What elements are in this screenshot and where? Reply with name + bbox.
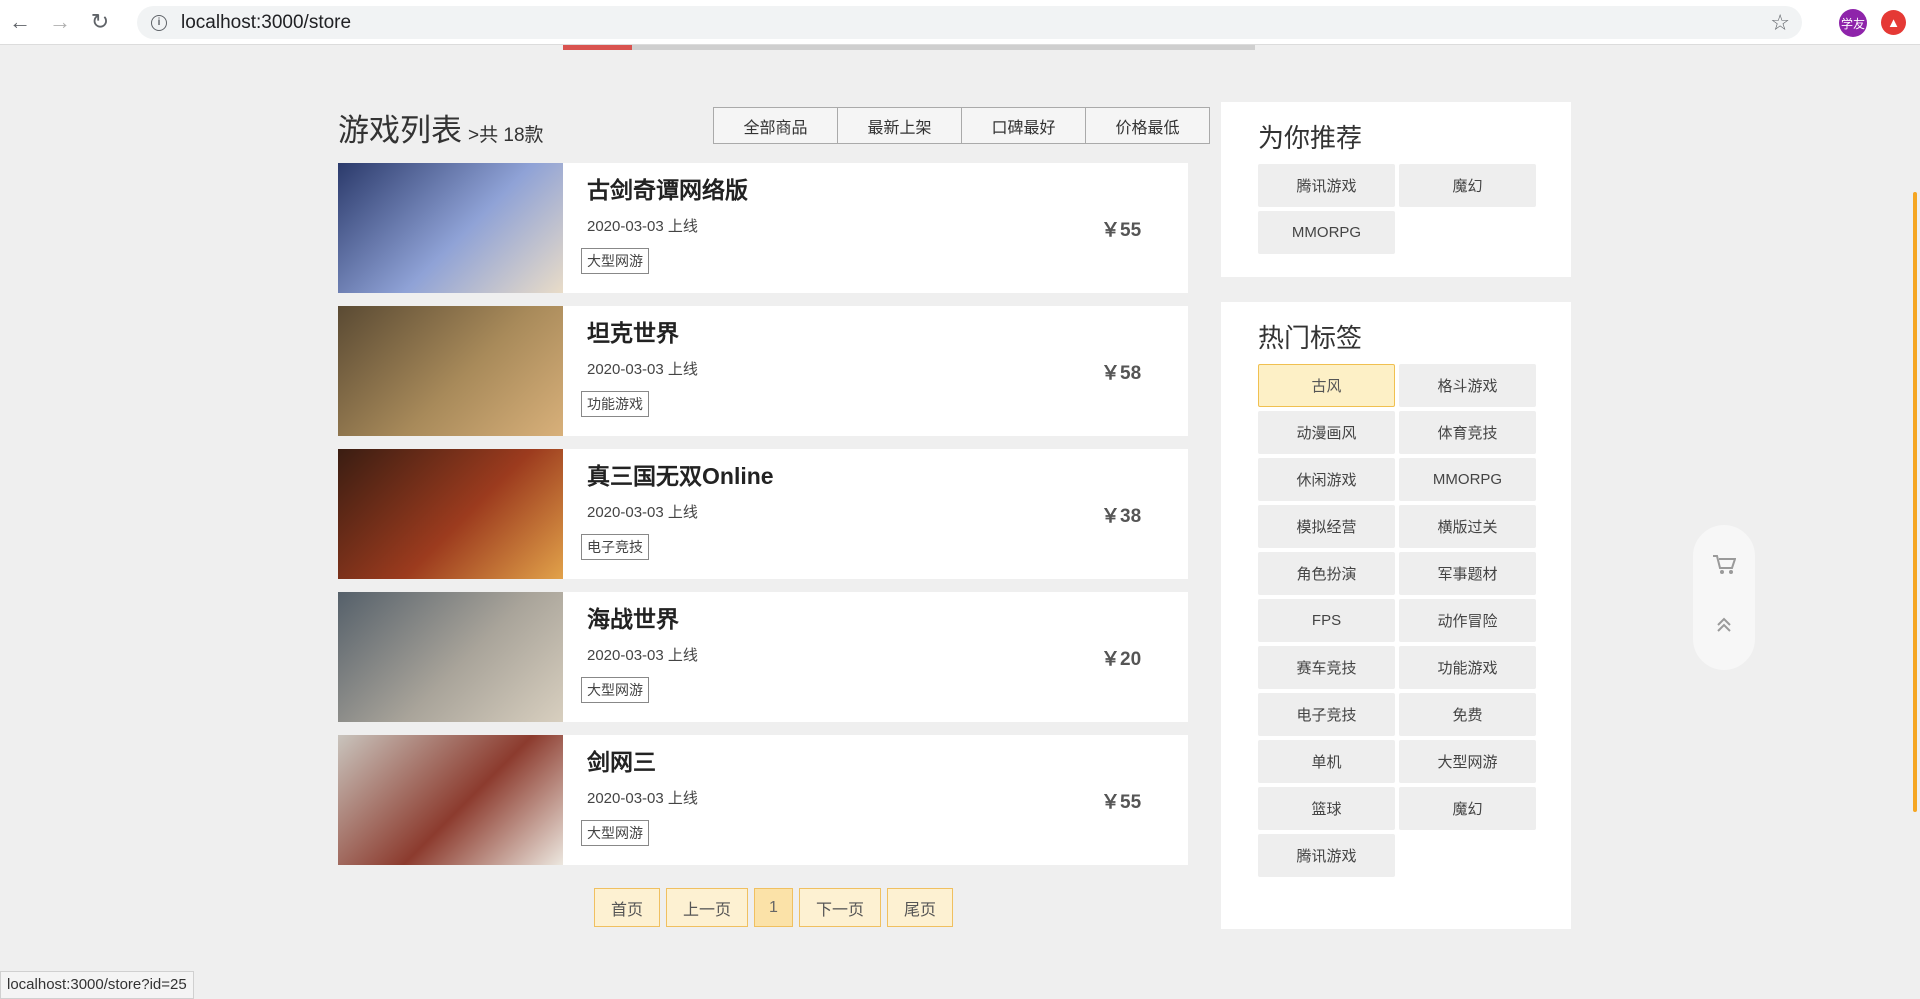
- recommend-tag[interactable]: 魔幻: [1399, 164, 1536, 207]
- profile-avatar[interactable]: 学友: [1839, 9, 1867, 37]
- next-page-button[interactable]: 下一页: [798, 888, 881, 927]
- extension-icon[interactable]: ▲: [1881, 10, 1906, 35]
- game-thumbnail[interactable]: [338, 163, 563, 293]
- address-bar[interactable]: i localhost:3000/store ☆: [137, 6, 1802, 39]
- game-thumbnail[interactable]: [338, 449, 563, 579]
- hot-tag[interactable]: 古风: [1258, 364, 1395, 407]
- game-release-date: 2020-03-03 上线: [587, 361, 698, 378]
- hot-tag[interactable]: 免费: [1399, 693, 1536, 736]
- floating-toolbar: [1693, 525, 1755, 670]
- game-name[interactable]: 古剑奇谭网络版: [587, 171, 748, 205]
- game-tag[interactable]: 功能游戏: [581, 391, 649, 417]
- hot-tag[interactable]: 腾讯游戏: [1258, 834, 1395, 877]
- forward-arrow-icon[interactable]: →: [40, 0, 80, 45]
- hot-tag[interactable]: 动作冒险: [1399, 599, 1536, 642]
- game-name[interactable]: 真三国无双Online: [587, 457, 774, 491]
- page-title: 游戏列表: [338, 113, 462, 148]
- top-progress-fill: [563, 45, 633, 50]
- hot-tag[interactable]: 体育竞技: [1399, 411, 1536, 454]
- hot-tag[interactable]: 动漫画风: [1258, 411, 1395, 454]
- hot-tag[interactable]: 格斗游戏: [1399, 364, 1536, 407]
- game-card[interactable]: 古剑奇谭网络版 2020-03-03 上线 大型网游 ￥55: [338, 163, 1188, 293]
- game-name[interactable]: 海战世界: [587, 600, 698, 634]
- cart-icon[interactable]: [1712, 554, 1737, 582]
- status-bar-url: localhost:3000/store?id=25: [0, 971, 194, 999]
- game-release-date: 2020-03-03 上线: [587, 504, 698, 521]
- game-thumbnail[interactable]: [338, 592, 563, 722]
- game-release-date: 2020-03-03 上线: [587, 790, 698, 807]
- game-release-date: 2020-03-03 上线: [587, 218, 698, 235]
- store-page: 游戏列表 >共 18款 全部商品 最新上架 口碑最好 价格最低 古剑奇谭网络版 …: [0, 45, 1920, 999]
- hot-tags-title: 热门标签: [1258, 323, 1363, 353]
- hot-tag[interactable]: 篮球: [1258, 787, 1395, 830]
- hot-tag[interactable]: 大型网游: [1399, 740, 1536, 783]
- game-card[interactable]: 海战世界 2020-03-03 上线 大型网游 ￥20: [338, 592, 1188, 722]
- sort-tabs: 全部商品 最新上架 口碑最好 价格最低: [713, 107, 1210, 144]
- star-icon[interactable]: ☆: [1770, 10, 1790, 36]
- hot-tag[interactable]: FPS: [1258, 599, 1395, 642]
- tab-lowest-price[interactable]: 价格最低: [1085, 107, 1210, 144]
- game-price: ￥55: [1101, 220, 1142, 241]
- hot-tag[interactable]: 休闲游戏: [1258, 458, 1395, 501]
- game-price: ￥20: [1101, 649, 1142, 670]
- back-arrow-icon[interactable]: ←: [0, 0, 40, 45]
- game-tag[interactable]: 大型网游: [581, 820, 649, 846]
- game-tag[interactable]: 大型网游: [581, 677, 649, 703]
- prev-page-button[interactable]: 上一页: [666, 888, 749, 927]
- hot-tag[interactable]: 魔幻: [1399, 787, 1536, 830]
- hot-tag[interactable]: 功能游戏: [1399, 646, 1536, 689]
- game-card[interactable]: 真三国无双Online 2020-03-03 上线 电子竞技 ￥38: [338, 449, 1188, 579]
- game-count: >共 18款: [468, 125, 544, 146]
- game-card[interactable]: 坦克世界 2020-03-03 上线 功能游戏 ￥58: [338, 306, 1188, 436]
- hot-tag[interactable]: 军事题材: [1399, 552, 1536, 595]
- recommend-panel: 为你推荐 腾讯游戏 魔幻 MMORPG: [1221, 102, 1571, 277]
- game-price: ￥55: [1101, 792, 1142, 813]
- game-name[interactable]: 剑网三: [587, 743, 698, 777]
- scrollbar[interactable]: [1913, 192, 1917, 812]
- tab-newest[interactable]: 最新上架: [837, 107, 962, 144]
- info-icon[interactable]: i: [151, 14, 167, 31]
- hot-tag[interactable]: 单机: [1258, 740, 1395, 783]
- tab-all[interactable]: 全部商品: [713, 107, 838, 144]
- browser-toolbar: ← → ↻ i localhost:3000/store ☆ 学友 ▲: [0, 0, 1920, 45]
- hot-tags-panel: 热门标签 古风 格斗游戏 动漫画风 体育竞技 休闲游戏 MMORPG 模拟经营 …: [1221, 302, 1571, 929]
- game-thumbnail[interactable]: [338, 306, 563, 436]
- reload-icon[interactable]: ↻: [80, 0, 120, 45]
- top-progress-track: [563, 45, 1255, 50]
- hot-tag[interactable]: 模拟经营: [1258, 505, 1395, 548]
- game-tag[interactable]: 电子竞技: [581, 534, 649, 560]
- recommend-title: 为你推荐: [1258, 123, 1363, 153]
- hot-tag[interactable]: MMORPG: [1399, 458, 1536, 501]
- first-page-button[interactable]: 首页: [594, 888, 661, 927]
- hot-tag[interactable]: 横版过关: [1399, 505, 1536, 548]
- game-card[interactable]: 剑网三 2020-03-03 上线 大型网游 ￥55: [338, 735, 1188, 865]
- hot-tag[interactable]: 电子竞技: [1258, 693, 1395, 736]
- game-tag[interactable]: 大型网游: [581, 248, 649, 274]
- recommend-tag[interactable]: 腾讯游戏: [1258, 164, 1395, 207]
- list-header: 游戏列表 >共 18款: [338, 105, 544, 150]
- game-thumbnail[interactable]: [338, 735, 563, 865]
- hot-tag[interactable]: 角色扮演: [1258, 552, 1395, 595]
- game-price: ￥38: [1101, 506, 1142, 527]
- scroll-top-icon[interactable]: [1714, 615, 1734, 641]
- game-price: ￥58: [1101, 363, 1142, 384]
- current-page-button[interactable]: 1: [754, 888, 793, 927]
- hot-tag[interactable]: 赛车竞技: [1258, 646, 1395, 689]
- last-page-button[interactable]: 尾页: [886, 888, 953, 927]
- url-text[interactable]: localhost:3000/store: [181, 12, 351, 34]
- recommend-tag[interactable]: MMORPG: [1258, 211, 1395, 254]
- game-list: 古剑奇谭网络版 2020-03-03 上线 大型网游 ￥55 坦克世界 2020…: [338, 163, 1188, 878]
- game-name[interactable]: 坦克世界: [587, 314, 698, 348]
- pagination: 首页 上一页 1 下一页 尾页: [594, 888, 959, 927]
- tab-best-rated[interactable]: 口碑最好: [961, 107, 1086, 144]
- game-release-date: 2020-03-03 上线: [587, 647, 698, 664]
